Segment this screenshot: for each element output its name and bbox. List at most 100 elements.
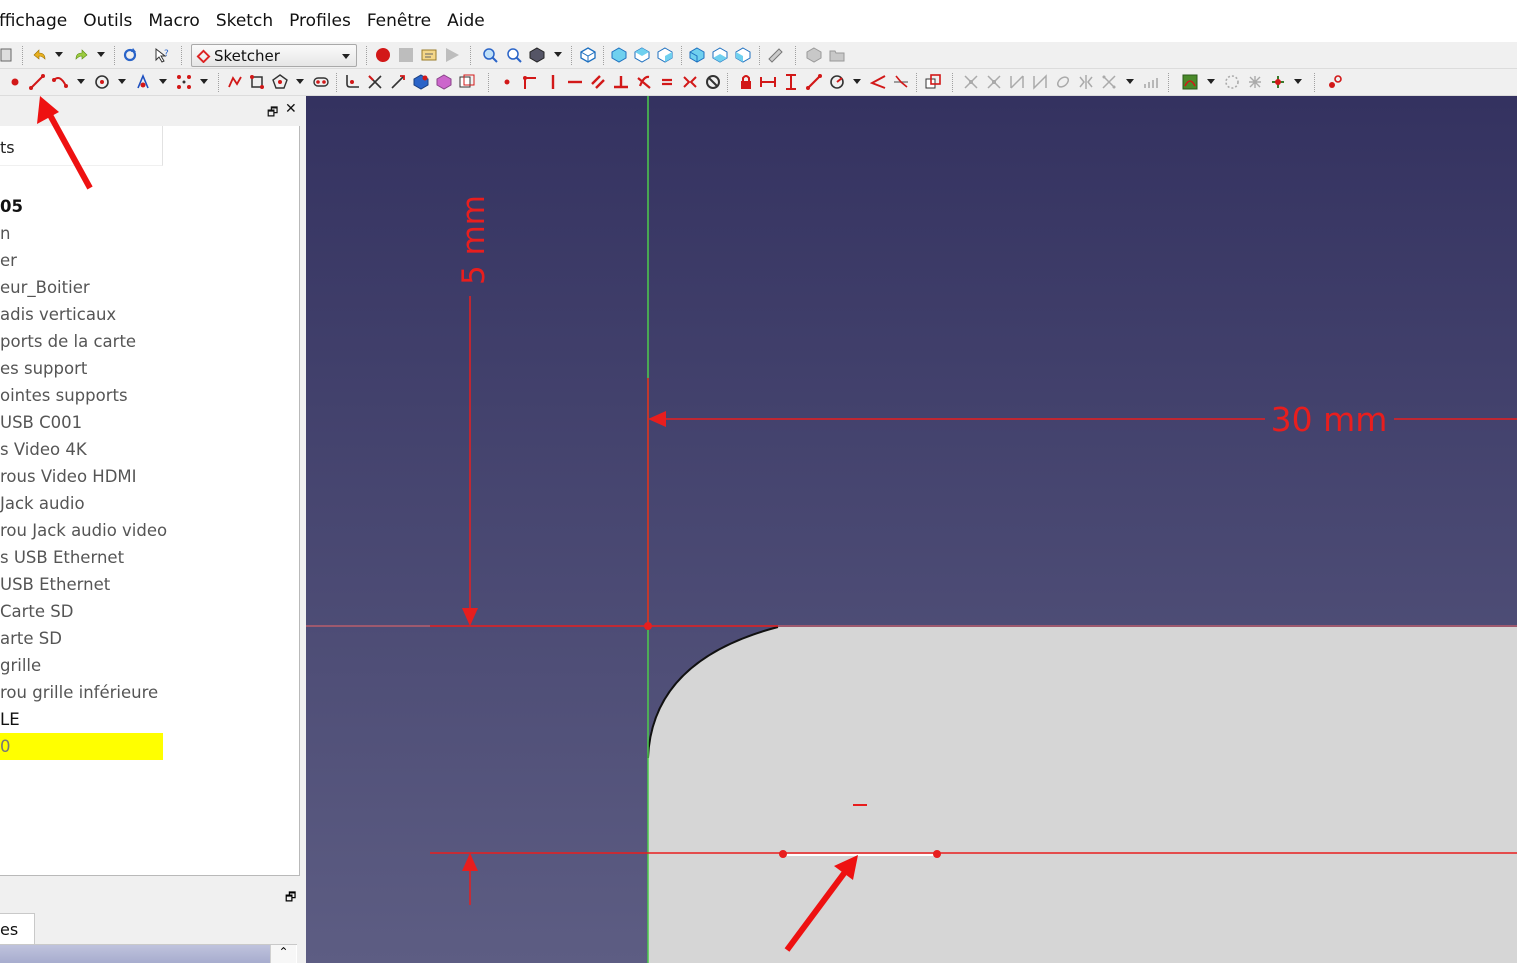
tree-item[interactable]: s USB Ethernet bbox=[0, 544, 299, 571]
measure-distance-icon[interactable] bbox=[767, 47, 783, 63]
tree-item[interactable]: rou Jack audio video bbox=[0, 517, 299, 544]
constrain-horizontal-distance-icon[interactable] bbox=[760, 74, 776, 90]
draw-style-dropdown-icon[interactable] bbox=[554, 52, 562, 57]
segment-start-point[interactable] bbox=[779, 850, 787, 858]
top-view-icon[interactable] bbox=[634, 47, 650, 63]
clone-tool-icon[interactable] bbox=[1101, 74, 1117, 90]
undo-dropdown-icon[interactable] bbox=[55, 52, 63, 57]
tree-item[interactable]: adis verticaux bbox=[0, 301, 299, 328]
fit-selection-icon[interactable] bbox=[506, 47, 522, 63]
constrain-vertical-distance-icon[interactable] bbox=[783, 74, 799, 90]
tree-item[interactable]: LE bbox=[0, 706, 299, 733]
constrain-symmetric-icon[interactable] bbox=[682, 74, 698, 90]
arc-tool-icon[interactable] bbox=[52, 74, 68, 90]
circle-dropdown-icon[interactable] bbox=[118, 79, 126, 84]
select-redundant-constraints-icon[interactable] bbox=[986, 74, 1002, 90]
tree-item[interactable]: eur_Boitier bbox=[0, 274, 299, 301]
tree-item[interactable]: rou grille inférieure bbox=[0, 679, 299, 706]
bspline-knot-multiplicity-icon[interactable] bbox=[1270, 74, 1286, 90]
undo-icon[interactable] bbox=[31, 47, 47, 63]
show-hide-internal-geometry-icon[interactable] bbox=[1055, 74, 1071, 90]
macro-record-icon[interactable] bbox=[375, 47, 391, 63]
sketch-canvas[interactable]: 30 mm 5 mm bbox=[306, 96, 1517, 963]
constrain-radius-icon[interactable] bbox=[829, 74, 845, 90]
conic-dropdown-icon[interactable] bbox=[159, 79, 167, 84]
rear-view-icon[interactable] bbox=[689, 47, 705, 63]
bspline-show-degree-icon[interactable] bbox=[1182, 74, 1198, 90]
float-panel-icon[interactable]: 🗗 bbox=[285, 888, 296, 909]
macro-run-icon[interactable] bbox=[444, 47, 460, 63]
create-group-icon[interactable] bbox=[829, 47, 845, 63]
knot-dropdown-icon[interactable] bbox=[1294, 79, 1302, 84]
refresh-icon[interactable] bbox=[122, 47, 138, 63]
tree-item[interactable]: es support bbox=[0, 355, 299, 382]
constrain-angle-icon[interactable] bbox=[870, 74, 886, 90]
segment-end-point[interactable] bbox=[933, 850, 941, 858]
menu-profiles[interactable]: Profiles bbox=[289, 11, 351, 31]
fillet-tool-icon[interactable] bbox=[344, 74, 360, 90]
bspline-tool-icon[interactable] bbox=[176, 74, 192, 90]
rectangle-tool-icon[interactable] bbox=[249, 74, 265, 90]
tree-column-header[interactable]: ts bbox=[0, 126, 163, 166]
constrain-lock-icon[interactable] bbox=[738, 74, 754, 90]
constrain-equal-icon[interactable] bbox=[659, 74, 675, 90]
menu-fen-tre[interactable]: Fenêtre bbox=[367, 11, 431, 31]
carbon-copy-icon[interactable] bbox=[436, 74, 452, 90]
external-geometry-icon[interactable] bbox=[413, 74, 429, 90]
isometric-view-icon[interactable] bbox=[580, 47, 596, 63]
close-icon[interactable]: ✕ bbox=[285, 101, 297, 117]
tree-item[interactable]: Carte SD bbox=[0, 598, 299, 625]
draw-style-icon[interactable] bbox=[529, 47, 545, 63]
tree-item[interactable]: grille bbox=[0, 652, 299, 679]
tree-item[interactable]: rous Video HDMI bbox=[0, 463, 299, 490]
bottom-view-icon[interactable] bbox=[712, 47, 728, 63]
menu-macro[interactable]: Macro bbox=[148, 11, 199, 31]
origin-point[interactable] bbox=[644, 622, 652, 630]
horizontal-dimension-label[interactable]: 30 mm bbox=[1271, 400, 1388, 439]
rectangular-array-icon[interactable] bbox=[1143, 74, 1159, 90]
polygon-tool-icon[interactable] bbox=[272, 74, 288, 90]
constrain-perpendicular-icon[interactable] bbox=[613, 74, 629, 90]
bspline-increase-degree-icon[interactable] bbox=[1247, 74, 1263, 90]
redo-dropdown-icon[interactable] bbox=[97, 52, 105, 57]
redo-icon[interactable] bbox=[74, 47, 90, 63]
constrain-horizontal-icon[interactable] bbox=[567, 74, 583, 90]
tree-item[interactable]: ports de la carte bbox=[0, 328, 299, 355]
front-view-icon[interactable] bbox=[611, 47, 627, 63]
virtual-space-icon[interactable] bbox=[1327, 74, 1343, 90]
scroll-up-button[interactable]: ⌃ bbox=[270, 945, 296, 963]
constrain-snells-law-icon[interactable] bbox=[893, 74, 909, 90]
select-elements-with-dofs-icon[interactable] bbox=[1032, 74, 1048, 90]
right-view-icon[interactable] bbox=[657, 47, 673, 63]
constrain-vertical-icon[interactable] bbox=[545, 74, 561, 90]
arc-dropdown-icon[interactable] bbox=[77, 79, 85, 84]
polygon-dropdown-icon[interactable] bbox=[296, 79, 304, 84]
whats-this-icon[interactable]: ? bbox=[154, 47, 170, 63]
tree-item[interactable]: s Video 4K bbox=[0, 436, 299, 463]
bspline-convert-icon[interactable] bbox=[1224, 74, 1240, 90]
macro-stop-icon[interactable] bbox=[398, 47, 414, 63]
point-tool-icon[interactable] bbox=[7, 74, 23, 90]
3d-view[interactable]: 30 mm 5 mm bbox=[306, 96, 1517, 963]
constrain-coincident-icon[interactable] bbox=[499, 74, 515, 90]
property-tab[interactable]: es bbox=[0, 913, 35, 945]
tree-item[interactable]: USB Ethernet bbox=[0, 571, 299, 598]
left-view-icon[interactable] bbox=[735, 47, 751, 63]
menu-ffichage[interactable]: ffichage bbox=[0, 11, 67, 31]
paste-icon[interactable] bbox=[0, 47, 16, 63]
polyline-tool-icon[interactable] bbox=[227, 74, 243, 90]
conic-tool-icon[interactable] bbox=[135, 74, 151, 90]
select-conflicting-constraints-icon[interactable] bbox=[1009, 74, 1025, 90]
tree-item[interactable]: n bbox=[0, 220, 299, 247]
select-solver-dofs-icon[interactable] bbox=[963, 74, 979, 90]
vertical-dimension-label[interactable]: 5 mm bbox=[456, 195, 492, 285]
macro-edit-icon[interactable] bbox=[421, 47, 437, 63]
float-panel-icon[interactable]: 🗗 bbox=[267, 103, 278, 124]
create-part-icon[interactable] bbox=[806, 47, 822, 63]
tree-item[interactable]: Jack audio bbox=[0, 490, 299, 517]
line-tool-icon[interactable] bbox=[29, 74, 45, 90]
toggle-driving-constraint-icon[interactable] bbox=[925, 74, 941, 90]
fit-all-icon[interactable] bbox=[482, 47, 498, 63]
workbench-selector[interactable]: Sketcher bbox=[191, 44, 357, 67]
menu-sketch[interactable]: Sketch bbox=[216, 11, 273, 31]
